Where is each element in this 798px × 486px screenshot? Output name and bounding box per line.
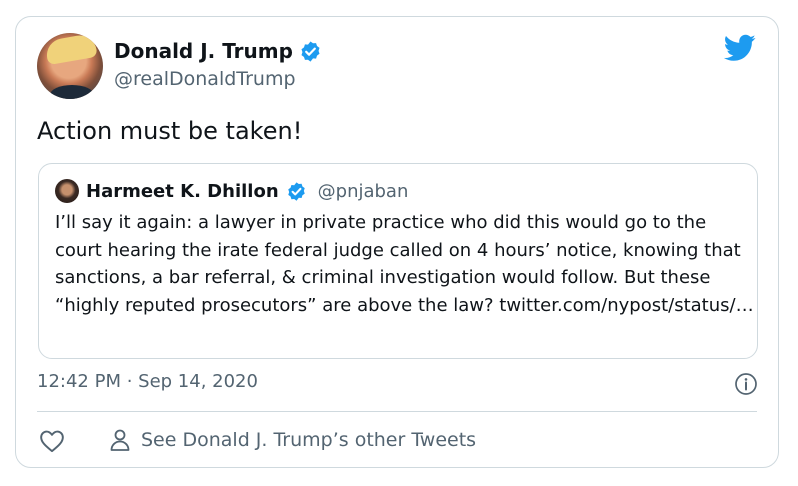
- author-name[interactable]: Donald J. Trump: [114, 39, 293, 63]
- quoted-author-avatar: [55, 179, 79, 203]
- verified-badge-icon: [286, 181, 307, 202]
- twitter-bird-icon[interactable]: [724, 34, 756, 62]
- see-other-tweets-label: See Donald J. Trump’s other Tweets: [141, 429, 477, 451]
- tweet-text: Action must be taken!: [37, 117, 303, 145]
- quoted-author-handle: @pnjaban: [317, 180, 409, 202]
- see-other-tweets-link[interactable]: See Donald J. Trump’s other Tweets: [109, 428, 476, 452]
- divider: [37, 411, 757, 412]
- verified-badge-icon: [299, 40, 322, 63]
- quoted-author-name: Harmeet K. Dhillon: [86, 180, 279, 202]
- info-icon[interactable]: [734, 372, 758, 396]
- author-avatar[interactable]: [37, 33, 103, 99]
- heart-icon[interactable]: [39, 429, 65, 453]
- quoted-tweet[interactable]: Harmeet K. Dhillon @pnjaban I’ll say it …: [38, 163, 758, 359]
- person-icon: [109, 428, 131, 452]
- tweet-card: Donald J. Trump @realDonaldTrump Action …: [15, 16, 779, 468]
- quoted-tweet-header: Harmeet K. Dhillon @pnjaban: [55, 178, 741, 204]
- author-handle[interactable]: @realDonaldTrump: [114, 68, 296, 90]
- author-name-row[interactable]: Donald J. Trump: [114, 39, 322, 63]
- tweet-timestamp[interactable]: 12:42 PM · Sep 14, 2020: [37, 371, 258, 392]
- quoted-tweet-text: I’ll say it again: a lawyer in private p…: [55, 212, 754, 316]
